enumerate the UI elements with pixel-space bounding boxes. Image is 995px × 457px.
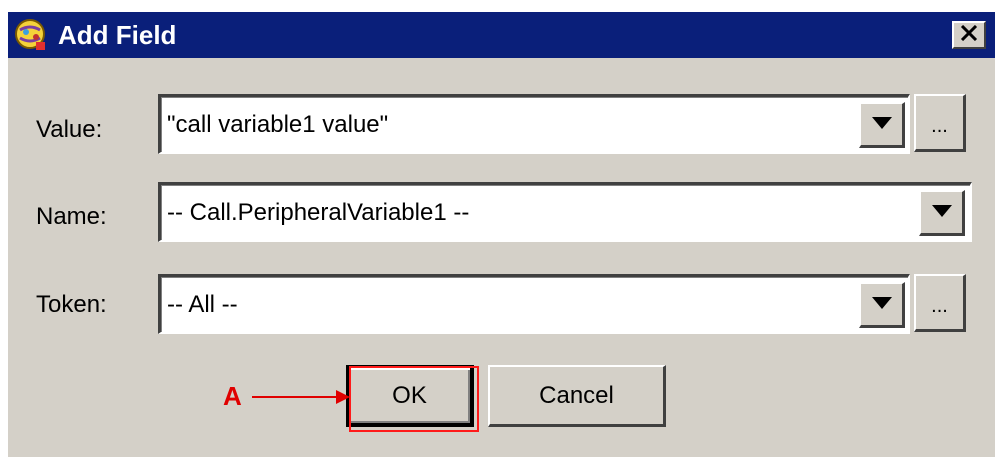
value-label: Value: — [36, 116, 103, 143]
token-combobox[interactable]: -- All -- — [158, 274, 910, 334]
cancel-button-label: Cancel — [539, 381, 614, 409]
cancel-button[interactable]: Cancel — [488, 365, 666, 427]
name-dropdown-button[interactable] — [919, 190, 965, 236]
app-globe-icon — [14, 18, 48, 52]
token-field-text: -- All -- — [167, 291, 238, 318]
value-browse-button[interactable]: ... — [914, 94, 966, 152]
title-bar[interactable]: Add Field — [8, 12, 995, 58]
token-label: Token: — [36, 291, 107, 318]
token-browse-button[interactable]: ... — [914, 274, 966, 332]
name-label: Name: — [36, 203, 107, 230]
chevron-down-icon — [871, 296, 892, 314]
token-dropdown-button[interactable] — [859, 282, 905, 328]
add-field-dialog: Add Field Value: "call variable1 value" … — [8, 12, 995, 457]
chevron-down-icon — [931, 204, 952, 222]
value-field-text: "call variable1 value" — [167, 111, 389, 138]
value-combobox[interactable]: "call variable1 value" — [158, 94, 910, 154]
dialog-title: Add Field — [58, 20, 177, 50]
annotation-label: A — [223, 381, 242, 411]
annotation-arrow-icon — [252, 387, 350, 407]
close-x-icon — [960, 24, 978, 46]
value-dropdown-button[interactable] — [859, 102, 905, 148]
chevron-down-icon — [871, 116, 892, 134]
annotation-highlight-box — [349, 366, 479, 432]
close-button[interactable] — [952, 21, 986, 49]
name-field-text: -- Call.PeripheralVariable1 -- — [167, 199, 470, 226]
name-combobox[interactable]: -- Call.PeripheralVariable1 -- — [158, 182, 972, 242]
